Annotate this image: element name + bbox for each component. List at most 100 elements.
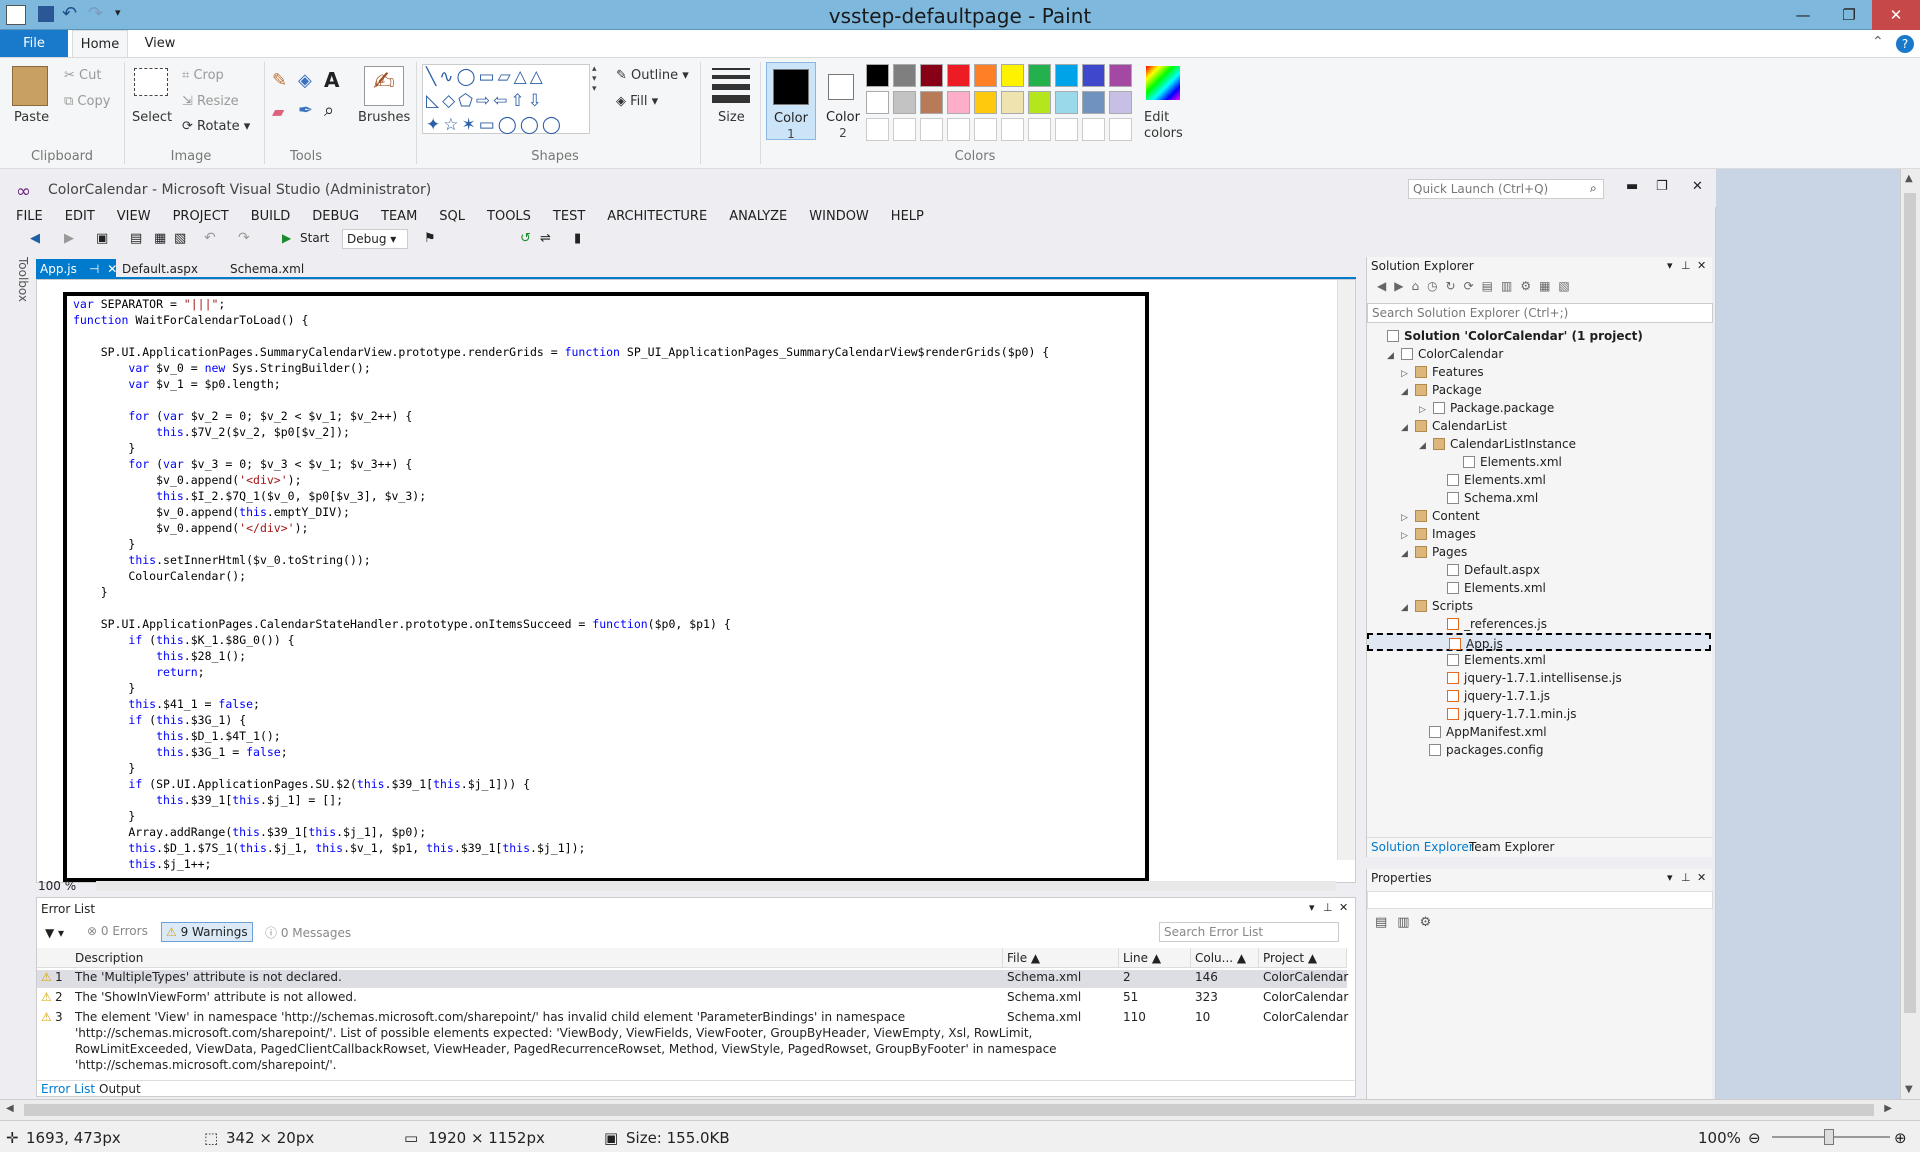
palette-swatch-empty[interactable]	[866, 118, 889, 141]
vs-close-icon[interactable]: ✕	[1692, 179, 1703, 194]
palette-swatch[interactable]	[1109, 64, 1132, 87]
pin-icon[interactable]: ⊣	[89, 262, 99, 276]
minimize-icon[interactable]: —	[1780, 0, 1826, 30]
palette-swatch[interactable]	[1028, 91, 1051, 114]
tab-view[interactable]: View	[136, 30, 184, 57]
tree-item[interactable]: jquery-1.7.1.min.js	[1433, 705, 1576, 723]
eraser-icon[interactable]: ▰	[272, 102, 284, 121]
tab-default-aspx[interactable]: Default.aspx	[118, 259, 208, 279]
menu-edit[interactable]: EDIT	[65, 209, 95, 224]
tree-item[interactable]: AppManifest.xml	[1415, 723, 1547, 741]
palette-swatch[interactable]	[893, 91, 916, 114]
panel-close-icon[interactable]: ✕	[1339, 901, 1348, 914]
quick-launch-input[interactable]: Quick Launch (Ctrl+Q)	[1408, 179, 1604, 199]
brushes-button[interactable]: Brushes	[358, 110, 410, 125]
vs-restore-icon[interactable]: ❐	[1656, 179, 1668, 194]
table-row[interactable]: ⚠ 3 The element 'View' in namespace 'htt…	[37, 1010, 1348, 1076]
palette-swatch[interactable]	[1082, 91, 1105, 114]
menu-analyze[interactable]: ANALYZE	[729, 209, 787, 224]
properties-object-select[interactable]	[1367, 891, 1713, 909]
palette-swatch[interactable]	[974, 64, 997, 87]
tree-item[interactable]: Elements.xml	[1433, 471, 1546, 489]
panel-close-icon[interactable]: ✕	[1697, 259, 1706, 272]
tree-item[interactable]: ◢ CalendarListInstance	[1419, 435, 1576, 453]
tree-item[interactable]: ▷ Images	[1401, 525, 1476, 543]
crop-button[interactable]: ⌗ Crop	[182, 68, 224, 83]
tree-item[interactable]: Elements.xml	[1449, 453, 1562, 471]
palette-swatch-empty[interactable]	[1109, 118, 1132, 141]
menu-architecture[interactable]: ARCHITECTURE	[607, 209, 707, 224]
tab-solution-explorer[interactable]: Solution Explorer	[1371, 840, 1474, 854]
tree-item[interactable]: ◢ ColorCalendar	[1387, 345, 1503, 363]
paste-button[interactable]: Paste	[14, 110, 49, 125]
edit-colors-button[interactable]: Edit	[1144, 110, 1169, 125]
canvas-vertical-scrollbar[interactable]: ▲ ▼	[1900, 169, 1920, 1099]
palette-swatch-empty[interactable]	[920, 118, 943, 141]
attach-icon[interactable]: ⚑	[424, 231, 436, 246]
properties-toolbar-icons[interactable]: ▤▥⚙	[1375, 915, 1441, 930]
vs-undo-icon[interactable]: ↶	[204, 230, 216, 246]
select-icon[interactable]	[134, 68, 168, 96]
size-icon[interactable]	[712, 68, 750, 103]
save-all-icon[interactable]: ▧	[174, 231, 186, 246]
tree-item[interactable]: Solution 'ColorCalendar' (1 project)	[1373, 327, 1643, 345]
menu-build[interactable]: BUILD	[251, 209, 291, 224]
vs-redo-icon[interactable]: ↷	[238, 230, 250, 246]
palette-swatch[interactable]	[1001, 91, 1024, 114]
panel-dropdown-icon[interactable]: ▾	[1667, 259, 1673, 272]
menu-help[interactable]: HELP	[891, 209, 924, 224]
menu-project[interactable]: PROJECT	[173, 209, 229, 224]
errors-filter-button[interactable]: ⊗ 0 Errors	[87, 924, 148, 938]
toolbox-tab[interactable]: Toolbox	[12, 257, 30, 437]
expand-arrow-icon[interactable]: ◢	[1401, 383, 1411, 401]
fill-bucket-icon[interactable]: ◈	[298, 70, 312, 91]
tab-close-icon[interactable]: ✕	[107, 262, 117, 276]
magnifier-icon[interactable]: ⌕	[324, 100, 334, 121]
menu-file[interactable]: FILE	[16, 209, 43, 224]
expand-arrow-icon[interactable]: ◢	[1419, 437, 1429, 455]
tree-item[interactable]: Schema.xml	[1433, 489, 1538, 507]
palette-swatch-empty[interactable]	[893, 118, 916, 141]
tree-item[interactable]: Default.aspx	[1433, 561, 1540, 579]
edit-colors-icon[interactable]	[1146, 66, 1180, 100]
palette-swatch[interactable]	[1028, 64, 1051, 87]
tab-error-list[interactable]: Error List	[41, 1082, 95, 1096]
palette-swatch[interactable]	[1109, 91, 1132, 114]
canvas-horizontal-scrollbar[interactable]: ◀ ▶	[0, 1099, 1920, 1120]
palette-swatch-empty[interactable]	[1028, 118, 1051, 141]
menu-debug[interactable]: DEBUG	[312, 209, 359, 224]
tree-item[interactable]: ▷ Package.package	[1419, 399, 1554, 417]
menu-tools[interactable]: TOOLS	[487, 209, 531, 224]
tab-team-explorer[interactable]: Team Explorer	[1469, 840, 1555, 854]
paint-canvas-area[interactable]: ∞ ColorCalendar - Microsoft Visual Studi…	[0, 169, 1920, 1099]
editor-horizontal-scrollbar[interactable]	[96, 881, 1336, 891]
panel-pin-icon[interactable]: ⊥	[1323, 901, 1333, 914]
start-icon[interactable]: ▶	[282, 231, 291, 245]
pencil-icon[interactable]: ✎	[272, 70, 287, 91]
filter-icon[interactable]: ▼ ▾	[45, 926, 64, 940]
tab-app-js[interactable]: App.js ⊣ ✕	[36, 259, 117, 279]
panel-dropdown-icon[interactable]: ▾	[1309, 901, 1315, 914]
palette-swatch[interactable]	[920, 64, 943, 87]
bookmark-icon[interactable]: ▮	[574, 231, 581, 246]
color-picker-icon[interactable]: ✒	[298, 100, 313, 121]
close-icon[interactable]: ✕	[1872, 0, 1920, 30]
back-icon[interactable]: ◀	[30, 231, 40, 246]
palette-swatch[interactable]	[893, 64, 916, 87]
expand-arrow-icon[interactable]: ◢	[1401, 419, 1411, 437]
tree-item[interactable]: packages.config	[1415, 741, 1543, 759]
tree-item[interactable]: jquery-1.7.1.js	[1433, 687, 1550, 705]
palette-swatch[interactable]	[947, 91, 970, 114]
tree-item[interactable]: ▷ Content	[1401, 507, 1480, 525]
tree-item[interactable]: Elements.xml	[1433, 579, 1546, 597]
palette-swatch[interactable]	[920, 91, 943, 114]
paste-icon[interactable]	[12, 66, 48, 106]
outline-button[interactable]: ✎ Outline ▾	[616, 68, 689, 83]
comment-icon[interactable]: ↺	[520, 231, 531, 246]
palette-swatch[interactable]	[1001, 64, 1024, 87]
help-icon[interactable]: ?	[1896, 35, 1914, 53]
fill-button[interactable]: ◈ Fill ▾	[616, 94, 658, 109]
code-editor[interactable]: var SEPARATOR = "|||"; function WaitForCa…	[36, 279, 1356, 883]
zoom-in-icon[interactable]: ⊕	[1894, 1129, 1907, 1147]
tree-item[interactable]: ◢ Pages	[1401, 543, 1467, 561]
